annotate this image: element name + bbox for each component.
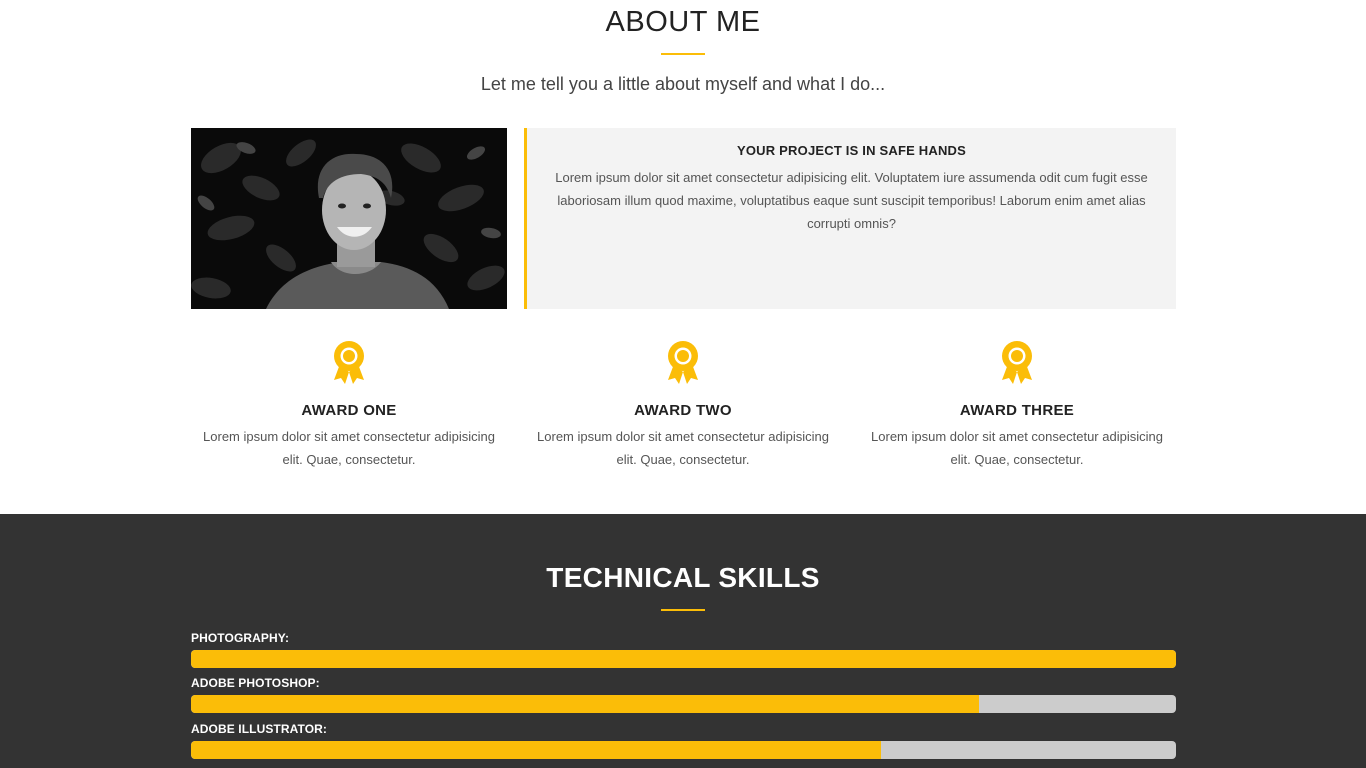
- skill-progress-fill: [191, 741, 881, 759]
- award-item: AWARD THREE Lorem ipsum dolor sit amet c…: [859, 338, 1193, 478]
- project-text: Lorem ipsum dolor sit amet consectetur a…: [555, 170, 1148, 231]
- profile-photo-image: [191, 128, 507, 309]
- skill-progress-fill: [191, 650, 1176, 668]
- skill-progress-track: [191, 695, 1176, 713]
- profile-photo: [191, 128, 507, 309]
- award-title: AWARD TWO: [634, 402, 732, 419]
- award-text: Lorem ipsum dolor sit amet consectetur a…: [537, 429, 829, 467]
- award-ribbon-icon: [668, 341, 698, 384]
- about-section: ABOUT ME Let me tell you a little about …: [0, 0, 1366, 514]
- project-info-box: YOUR PROJECT IS IN SAFE HANDS Lorem ipsu…: [524, 128, 1176, 309]
- skills-title-underline: [661, 609, 705, 611]
- technical-skills-section: TECHNICAL SKILLS PHOTOGRAPHY: ADOBE PHOT…: [0, 514, 1366, 768]
- about-subtitle: Let me tell you a little about myself an…: [480, 74, 886, 94]
- skill-photography: PHOTOGRAPHY:: [191, 630, 1176, 668]
- skill-progress-track: [191, 650, 1176, 668]
- award-ribbon-icon: [334, 341, 364, 384]
- award-item: AWARD TWO Lorem ipsum dolor sit amet con…: [525, 338, 859, 478]
- project-heading: YOUR PROJECT IS IN SAFE HANDS: [737, 143, 966, 158]
- award-item: AWARD ONE Lorem ipsum dolor sit amet con…: [191, 338, 525, 478]
- awards-row: AWARD ONE Lorem ipsum dolor sit amet con…: [191, 338, 1193, 478]
- skill-adobe-illustrator: ADOBE ILLUSTRATOR:: [191, 721, 1176, 759]
- skill-progress-fill: [191, 695, 979, 713]
- award-ribbon-icon: [1002, 341, 1032, 384]
- skill-label: PHOTOGRAPHY:: [191, 631, 290, 645]
- skill-label: ADOBE ILLUSTRATOR:: [191, 722, 328, 736]
- award-text: Lorem ipsum dolor sit amet consectetur a…: [871, 429, 1163, 467]
- award-title: AWARD THREE: [959, 402, 1075, 419]
- about-title-underline: [661, 53, 705, 55]
- award-title: AWARD ONE: [301, 402, 397, 419]
- skill-progress-track: [191, 741, 1176, 759]
- about-title: ABOUT ME: [605, 6, 761, 38]
- skill-label: ADOBE PHOTOSHOP:: [191, 676, 320, 690]
- award-text: Lorem ipsum dolor sit amet consectetur a…: [203, 429, 495, 467]
- skills-title: TECHNICAL SKILLS: [546, 562, 820, 593]
- skill-adobe-photoshop: ADOBE PHOTOSHOP:: [191, 675, 1176, 713]
